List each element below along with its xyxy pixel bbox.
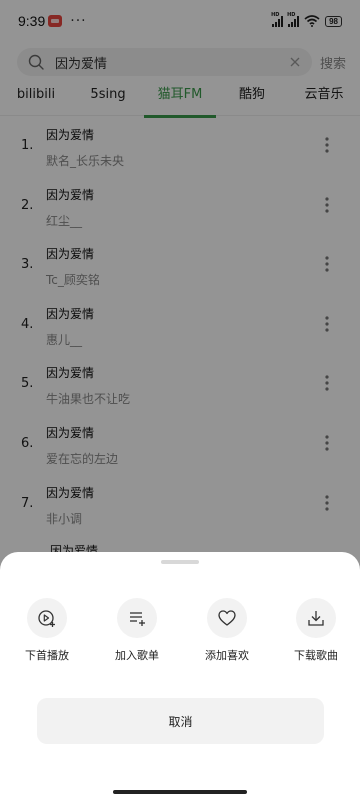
add-to-playlist-label: 加入歌单 <box>115 649 159 662</box>
play-next-icon <box>38 610 55 627</box>
download-icon-circle <box>296 598 336 638</box>
add-to-playlist-icon-circle <box>117 598 157 638</box>
drag-handle[interactable] <box>161 560 199 564</box>
heart-icon <box>218 610 236 626</box>
add-favorite-button[interactable]: 添加喜欢 <box>187 598 267 663</box>
add-favorite-label: 添加喜欢 <box>205 649 249 662</box>
download-icon <box>308 611 324 626</box>
download-label: 下载歌曲 <box>294 649 338 662</box>
cancel-button[interactable]: 取消 <box>37 698 324 744</box>
download-button[interactable]: 下载歌曲 <box>276 598 356 663</box>
action-sheet: 下首播放 加入歌单 添加喜欢 下载歌曲 取消 <box>0 552 360 800</box>
add-to-playlist-button[interactable]: 加入歌单 <box>97 598 177 663</box>
play-next-icon-circle <box>27 598 67 638</box>
home-indicator <box>113 790 247 794</box>
heart-icon-circle <box>207 598 247 638</box>
add-to-playlist-icon <box>130 612 145 626</box>
play-next-button[interactable]: 下首播放 <box>7 598 87 663</box>
play-next-label: 下首播放 <box>25 649 69 662</box>
